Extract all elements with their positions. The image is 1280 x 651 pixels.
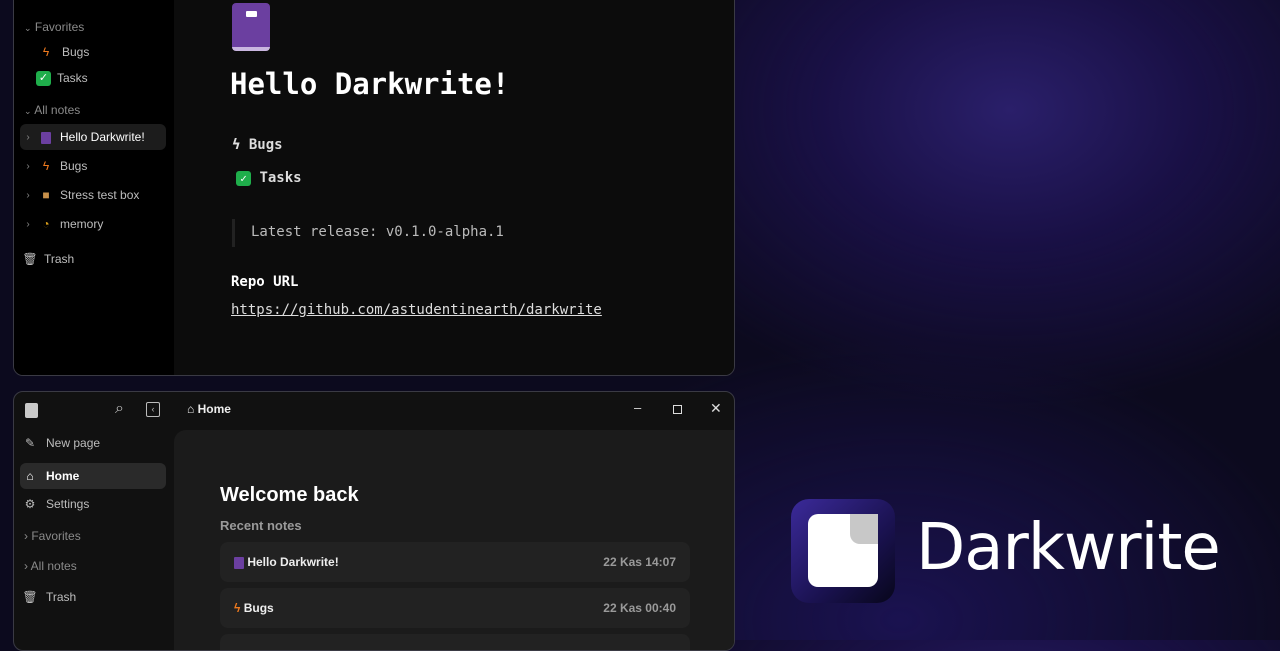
gear-icon: ⚙ xyxy=(24,497,36,511)
note-date: 22 Kas 00:40 xyxy=(603,601,676,615)
collapse-sidebar-icon[interactable]: ‹ xyxy=(146,402,160,417)
chevron-right-icon[interactable]: › xyxy=(20,161,36,172)
home-icon: ⌂ xyxy=(26,469,34,483)
item-label: Hello Darkwrite! xyxy=(60,130,145,144)
breadcrumb[interactable]: ⌂ Home xyxy=(187,402,231,416)
app-logo-icon xyxy=(25,403,38,418)
chevron-right-icon[interactable]: › xyxy=(20,132,36,143)
editor-window: ⌄ Favorites ϟ Bugs ✓ Tasks ⌄ All notes › He… xyxy=(13,0,735,376)
favorite-bugs[interactable]: ϟ Bugs xyxy=(36,39,182,65)
edit-icon: ✎ xyxy=(24,436,36,450)
all-notes-label: All notes xyxy=(30,559,77,573)
blockquote: Latest release: v0.1.0-alpha.1 xyxy=(232,219,504,247)
book-icon xyxy=(234,556,244,569)
memory-icon: ◔ xyxy=(42,217,50,231)
note-memory[interactable]: › ◔ memory xyxy=(20,211,166,237)
item-label: Home xyxy=(46,469,80,483)
darkwrite-logo-icon xyxy=(791,499,895,603)
page-title[interactable]: Hello Darkwrite! xyxy=(230,67,509,101)
chevron-right-icon[interactable]: › xyxy=(20,219,36,230)
all-notes-toggle[interactable]: ⌄ All notes xyxy=(24,103,80,117)
note-hello-darkwrite[interactable]: › Hello Darkwrite! xyxy=(20,124,166,150)
repo-heading: Repo URL xyxy=(231,274,299,290)
book-icon xyxy=(232,3,270,51)
sidebar: ⌄ Favorites ϟ Bugs ✓ Tasks ⌄ All notes › He… xyxy=(14,0,174,375)
welcome-heading: Welcome back xyxy=(220,484,359,506)
lightning-icon: ϟ xyxy=(42,45,50,59)
book-icon xyxy=(36,130,56,144)
home-window: ⌕ ‹ ⌂ Home – ✕ ✎ New page ⌂ Home ⚙ Settings… xyxy=(13,391,735,651)
maximize-button[interactable] xyxy=(673,405,682,414)
sidebar-item-trash[interactable]: 🗑︎ Trash xyxy=(20,584,166,610)
item-label: Trash xyxy=(46,590,77,604)
item-label: memory xyxy=(60,217,104,231)
minimize-button[interactable]: – xyxy=(634,400,641,415)
item-label: Tasks xyxy=(57,71,88,85)
repo-link[interactable]: https://github.com/astudentinearth/darkw… xyxy=(231,302,602,318)
note-title: Hello Darkwrite! xyxy=(247,555,339,569)
recent-notes-label: Recent notes xyxy=(220,518,302,533)
chevron-right-icon[interactable]: › xyxy=(20,190,36,201)
sidebar-item-settings[interactable]: ⚙ Settings xyxy=(20,491,166,517)
package-icon: ■ xyxy=(42,188,50,202)
trash-icon: 🗑︎ xyxy=(22,252,38,266)
recent-note-card[interactable]: Hello Darkwrite! 22 Kas 14:07 xyxy=(220,542,690,582)
checkbox-icon: ✓ xyxy=(36,70,51,86)
link-tasks[interactable]: ✓ Tasks xyxy=(236,170,302,186)
trash-icon: 🗑︎ xyxy=(22,590,38,604)
note-title: Bugs xyxy=(243,601,274,615)
all-notes-toggle[interactable]: › All notes xyxy=(24,559,77,573)
editor[interactable]: Hello Darkwrite! ϟ Bugs ✓ Tasks Latest r… xyxy=(174,0,734,375)
note-date: 22 Kas 14:07 xyxy=(603,555,676,569)
item-label: Settings xyxy=(46,497,90,511)
item-label: Stress test box xyxy=(60,188,140,202)
new-page-button[interactable]: ✎ New page xyxy=(20,430,166,456)
item-label: New page xyxy=(46,436,101,450)
favorites-label: Favorites xyxy=(34,20,85,34)
lightning-icon: ϟ xyxy=(42,159,50,173)
note-stress-test-box[interactable]: › ■ Stress test box xyxy=(20,182,166,208)
recent-note-card[interactable] xyxy=(220,634,690,650)
link-label: Bugs xyxy=(248,137,283,153)
home-icon: ⌂ xyxy=(187,402,195,416)
trash-item[interactable]: 🗑︎ Trash xyxy=(20,246,166,272)
link-bugs[interactable]: ϟ Bugs xyxy=(232,137,283,153)
favorite-tasks[interactable]: ✓ Tasks xyxy=(36,65,182,91)
link-label: Tasks xyxy=(259,170,302,186)
close-button[interactable]: ✕ xyxy=(710,400,722,417)
item-label: Trash xyxy=(44,252,75,266)
recent-note-card[interactable]: ϟ Bugs 22 Kas 00:40 xyxy=(220,588,690,628)
checkbox-icon: ✓ xyxy=(236,171,251,186)
all-notes-label: All notes xyxy=(34,103,81,117)
item-label: Bugs xyxy=(60,159,88,173)
lightning-icon: ϟ xyxy=(234,601,241,615)
item-label: Bugs xyxy=(62,45,90,59)
home-content: Welcome back Recent notes Hello Darkwrit… xyxy=(174,430,734,650)
favorites-toggle[interactable]: › Favorites xyxy=(24,529,81,543)
brand-name: Darkwrite xyxy=(916,511,1221,585)
lightning-icon: ϟ xyxy=(232,137,241,153)
sidebar-item-home[interactable]: ⌂ Home xyxy=(20,463,166,489)
search-icon[interactable]: ⌕ xyxy=(115,400,124,418)
note-bugs[interactable]: › ϟ Bugs xyxy=(20,153,166,179)
favorites-toggle[interactable]: ⌄ Favorites xyxy=(24,20,84,34)
breadcrumb-label: Home xyxy=(197,402,231,416)
favorites-label: Favorites xyxy=(31,529,81,543)
